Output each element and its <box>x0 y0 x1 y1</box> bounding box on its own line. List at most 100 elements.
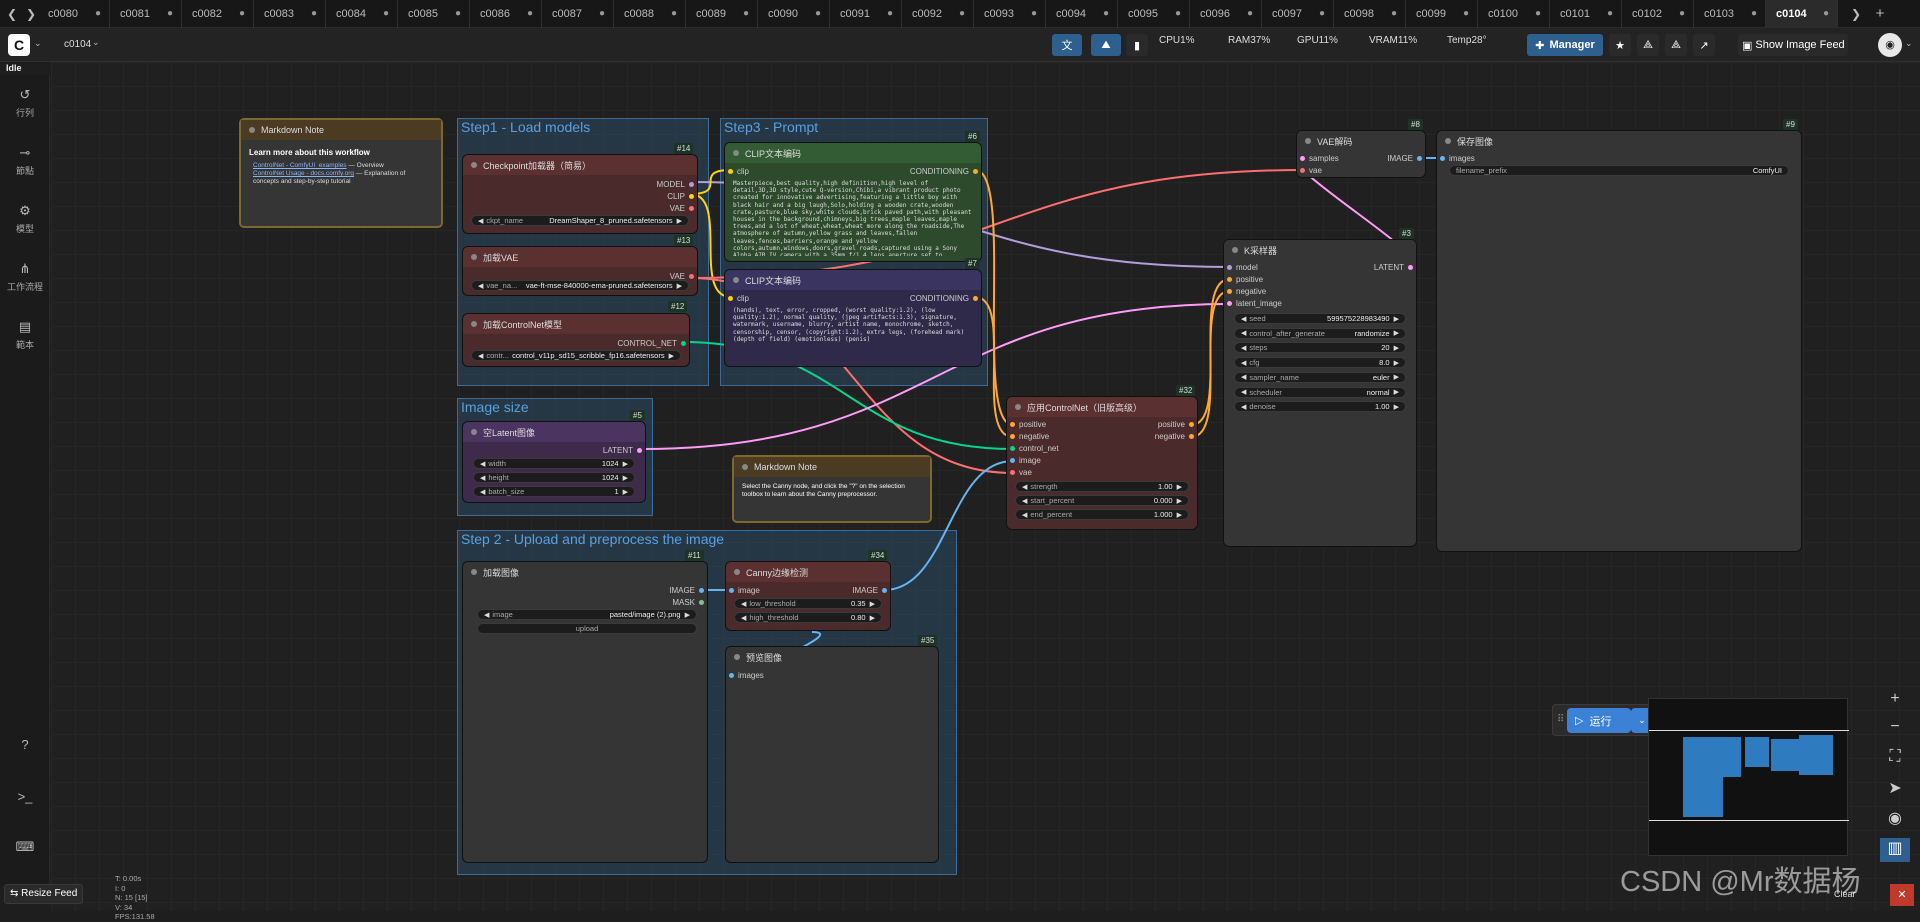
node-slot[interactable]: LATENT <box>1374 263 1414 272</box>
node-cn[interactable]: 加载ControlNet模型 CONTROL_NET ◀ contr... contro… <box>463 314 689 366</box>
markdown-note-1[interactable]: Markdown Note Learn more about this workf… <box>239 118 443 228</box>
tab-close-icon[interactable]: ● <box>959 8 965 19</box>
drag-handle-icon[interactable]: ⠿ <box>1557 714 1564 725</box>
node-ksampler[interactable]: K采样器 model positive negative latent_image LAT… <box>1224 240 1416 546</box>
arrow-right-icon[interactable]: ▶ <box>677 217 682 225</box>
node-slot[interactable]: negative <box>1226 287 1266 296</box>
prompt-text[interactable]: Masterpiece,best quality,high definition… <box>733 180 973 256</box>
node-widget[interactable]: ◀ batch_size 1 ▶ <box>473 486 635 497</box>
arrow-right-icon[interactable]: ▶ <box>1394 315 1399 323</box>
tab-close-icon[interactable]: ● <box>383 8 389 19</box>
comfy-logo-icon[interactable]: C <box>8 34 30 56</box>
arrow-left-icon[interactable]: ◀ <box>478 352 483 360</box>
tab-c0089[interactable]: c0089 ● <box>686 0 758 28</box>
arrow-right-icon[interactable]: ▶ <box>623 488 628 496</box>
tab-scroll-right-icon[interactable]: ❯ <box>1844 7 1868 21</box>
tab-c0099[interactable]: c0099 ● <box>1406 0 1478 28</box>
tab-close-icon[interactable]: ● <box>1319 8 1325 19</box>
tab-c0081[interactable]: c0081 ● <box>110 0 182 28</box>
arrow-left-icon[interactable]: ◀ <box>1022 483 1027 491</box>
tab-c0103[interactable]: c0103 ● <box>1694 0 1766 28</box>
help-icon[interactable]: ? <box>0 737 50 755</box>
arrow-left-icon[interactable]: ◀ <box>478 282 483 290</box>
sidebar-item-workflows[interactable]: ⋔ 工作流程 <box>0 261 50 293</box>
tab-c0091[interactable]: c0091 ● <box>830 0 902 28</box>
arrow-left-icon[interactable]: ◀ <box>741 614 746 622</box>
tab-close-icon[interactable]: ● <box>815 8 821 19</box>
note-link[interactable]: ControlNet Usage - docs.comfy.org <box>253 170 354 177</box>
tab-c0082[interactable]: c0082 ● <box>182 0 254 28</box>
tab-close-icon[interactable]: ● <box>1823 8 1829 19</box>
node-slot[interactable]: MASK <box>672 598 704 607</box>
node-slot[interactable]: CLIP <box>667 192 694 201</box>
zoom-out-icon[interactable]: − <box>1880 718 1910 742</box>
arrow-left-icon[interactable]: ◀ <box>1022 497 1027 505</box>
show-image-feed-button[interactable]: ▣ Show Image Feed <box>1738 34 1848 56</box>
node-widget[interactable]: ◀ ckpt_name DreamShaper_8_pruned.safetenso… <box>471 215 689 226</box>
node-clip1[interactable]: CLIP文本编码 clip CONDITIONING Masterpiece,best… <box>725 143 981 261</box>
tab-c0104[interactable]: c0104 ● <box>1766 0 1838 28</box>
tab-close-icon[interactable]: ● <box>95 8 101 19</box>
node-canny[interactable]: Canny边缘检测 image IMAGE ◀ low_threshold 0.35 ▶ ◀ h… <box>726 562 890 630</box>
arrow-left-icon[interactable]: ◀ <box>741 600 746 608</box>
sidebar-item-queue[interactable]: ↺ 行列 <box>0 87 50 119</box>
node-loadimg[interactable]: 加载图像 IMAGE MASK ◀ image pasted/image (2).png ▶… <box>463 562 707 862</box>
node-widget[interactable]: ◀ image pasted/image (2).png ▶ <box>477 609 697 620</box>
tab-close-icon[interactable]: ● <box>1751 8 1757 19</box>
arrow-left-icon[interactable]: ◀ <box>1241 315 1246 323</box>
node-slot[interactable]: CONDITIONING <box>910 167 979 176</box>
node-apply[interactable]: 应用ControlNet（旧版高级） positive negative contro… <box>1007 397 1197 529</box>
tab-close-icon[interactable]: ● <box>1031 8 1037 19</box>
node-slot[interactable]: IMAGE <box>852 586 887 595</box>
tab-close-icon[interactable]: ● <box>671 8 677 19</box>
star-icon[interactable]: ★ <box>1609 34 1631 56</box>
node-slot[interactable]: CONDITIONING <box>910 294 979 303</box>
arrow-left-icon[interactable]: ◀ <box>1241 403 1246 411</box>
arrow-right-icon[interactable]: ▶ <box>669 352 674 360</box>
arrow-right-icon[interactable]: ▶ <box>1394 359 1399 367</box>
arrow-right-icon[interactable]: ▶ <box>685 611 690 619</box>
keyboard-icon[interactable]: ⌨ <box>0 839 50 858</box>
tab-c0087[interactable]: c0087 ● <box>542 0 614 28</box>
node-widget[interactable]: ◀ cfg 8.0 ▶ <box>1234 357 1406 369</box>
tab-close-icon[interactable]: ● <box>239 8 245 19</box>
arrow-left-icon[interactable]: ◀ <box>1241 329 1246 337</box>
share-icon[interactable]: ↗ <box>1693 34 1715 56</box>
toggle-links-icon[interactable]: ◉ <box>1880 808 1910 832</box>
node-widget[interactable]: ◀ low_threshold 0.35 ▶ <box>734 598 882 609</box>
node-slot[interactable]: positive <box>1226 275 1263 284</box>
avatar[interactable]: ◉ <box>1878 33 1902 57</box>
node-widget[interactable]: ◀ end_percent 1.000 ▶ <box>1015 509 1189 520</box>
minimap-toggle-icon[interactable]: ▥ <box>1880 838 1910 862</box>
node-slot[interactable]: images <box>1440 154 1475 163</box>
node-slot[interactable]: negative <box>1009 432 1049 441</box>
node-slot[interactable]: LATENT <box>603 446 643 455</box>
node-slot[interactable]: model <box>1227 263 1258 272</box>
node-slot[interactable]: image <box>1010 456 1041 465</box>
tab-scroll-right-small-icon[interactable]: ❯ <box>24 7 38 21</box>
tab-c0090[interactable]: c0090 ● <box>758 0 830 28</box>
tab-c0088[interactable]: c0088 ● <box>614 0 686 28</box>
tab-c0085[interactable]: c0085 ● <box>398 0 470 28</box>
tab-close-icon[interactable]: ● <box>1103 8 1109 19</box>
tab-c0086[interactable]: c0086 ● <box>470 0 542 28</box>
bookmark-icon[interactable]: ▮ <box>1126 34 1148 56</box>
node-widget[interactable]: ◀ contr... control_v11p_sd15_scribble_fp16… <box>471 350 681 361</box>
node-slot[interactable]: vae <box>1010 468 1032 477</box>
node-slot[interactable]: positive <box>1158 420 1195 429</box>
tab-c0093[interactable]: c0093 ● <box>974 0 1046 28</box>
node-slot[interactable]: clip <box>727 167 749 176</box>
tab-close-icon[interactable]: ● <box>1175 8 1181 19</box>
tab-close-icon[interactable]: ● <box>1247 8 1253 19</box>
arrow-left-icon[interactable]: ◀ <box>480 488 485 496</box>
tab-c0094[interactable]: c0094 ● <box>1046 0 1118 28</box>
node-vae[interactable]: 加载VAE VAE ◀ vae_na... vae-ft-mse-840000-ema-… <box>463 247 697 295</box>
manager-button[interactable]: ✚ Manager <box>1527 34 1603 56</box>
arrow-left-icon[interactable]: ◀ <box>480 474 485 482</box>
tab-close-icon[interactable]: ● <box>1607 8 1613 19</box>
minimap[interactable] <box>1648 698 1849 856</box>
node-widget[interactable]: ◀ vae_na... vae-ft-mse-840000-ema-pruned.s… <box>471 280 689 291</box>
node-widget[interactable]: ◀ seed 599575228983490 ▶ <box>1234 313 1406 324</box>
zoom-in-icon[interactable]: + <box>1880 690 1910 714</box>
arrow-right-icon[interactable]: ▶ <box>1394 373 1399 381</box>
